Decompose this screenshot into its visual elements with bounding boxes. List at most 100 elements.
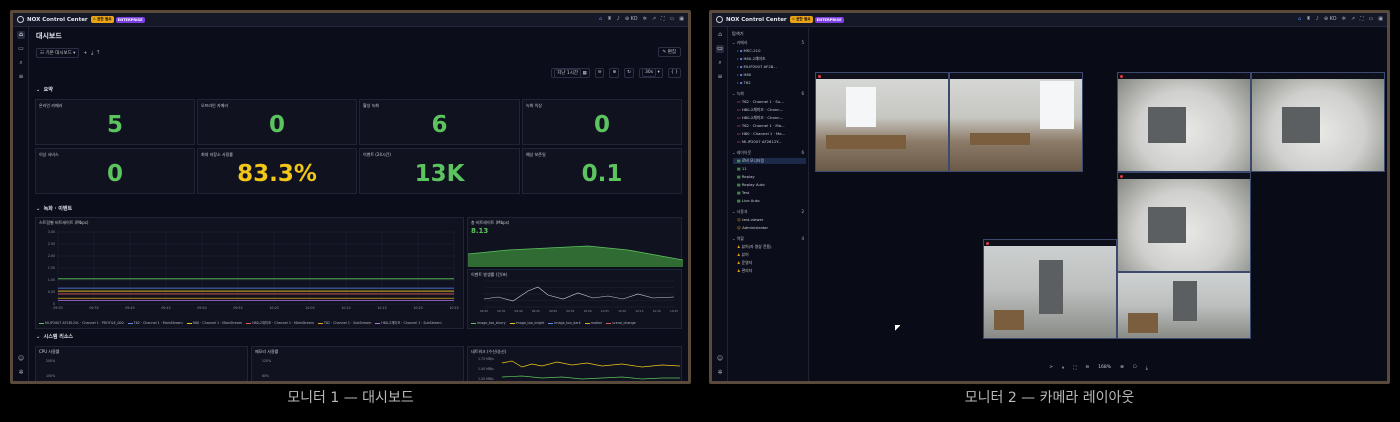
tree-item-recording[interactable]: ▭ T62 · Channel 1 · Su...: [737, 99, 806, 104]
x-tick-label: 09:35: [89, 306, 98, 310]
stat-panel: 최대 저장소 사용률 83.3%: [197, 148, 357, 194]
fullscreen-icon[interactable]: ⛶: [661, 16, 665, 22]
folder-nav-icon[interactable]: ▭: [716, 45, 724, 53]
legend-entry[interactable]: T62 · Channel 1 · SubStream: [317, 321, 371, 325]
tree-item-camera[interactable]: › ▪ MI-IP2007 AF28...: [737, 64, 806, 69]
tree-item-role[interactable]: ♟ 뷰어(라 영상 전용): [737, 244, 806, 250]
tree-item-role[interactable]: ♟ 관리자: [737, 268, 806, 274]
pause-icon[interactable]: ⏸: [1062, 365, 1064, 371]
database-nav-icon[interactable]: ≡: [17, 73, 25, 81]
download-icon[interactable]: ⤓: [1146, 365, 1148, 371]
refresh-icon[interactable]: ↻: [624, 68, 635, 78]
legend-entry[interactable]: MI-IP2007 AF2812VL · Channel 1 · PROFILE…: [39, 321, 124, 325]
zoom-in-icon[interactable]: ⊕: [609, 68, 620, 78]
external-link-icon[interactable]: ↗: [652, 16, 656, 22]
fullscreen-icon[interactable]: ⛶: [1360, 16, 1364, 22]
trophy-icon[interactable]: ♜: [1306, 16, 1310, 22]
play-icon[interactable]: >: [1049, 365, 1053, 371]
layout-canvas[interactable]: > ⏸ ⛶ ⊖ 168% ⊕ ⎔ ⤓: [810, 28, 1387, 381]
tree-item-recording[interactable]: ▭ H80-2채미조 · Chann...: [737, 115, 806, 121]
tree-item-user[interactable]: ☺ Administrator: [737, 225, 806, 230]
tree-group-recordings[interactable]: ⌄ 녹화 6: [732, 91, 806, 97]
tree-item-camera[interactable]: › ▪ H80: [737, 72, 806, 77]
monitor-icon[interactable]: ▭: [670, 16, 675, 22]
tree-item-camera[interactable]: › ▪ H80-2채미조: [737, 56, 806, 62]
settings-nav-icon[interactable]: ✲: [716, 369, 724, 377]
dashboard-nav-icon[interactable]: ⌂: [716, 31, 724, 39]
legend-entry[interactable]: scene_change: [606, 321, 636, 325]
tree-group-cameras[interactable]: ⌄ 카메라 5: [732, 40, 806, 46]
tree-item-layout[interactable]: ▦ Live Auto: [737, 198, 806, 203]
camera-tile[interactable]: [815, 72, 949, 172]
monitor-icon[interactable]: ▭: [1369, 16, 1374, 22]
legend-entry[interactable]: image_too_blurry: [471, 321, 506, 325]
folder-nav-icon[interactable]: ▭: [17, 45, 25, 53]
tree-group-users[interactable]: ⌄ 사용자 2: [732, 209, 806, 215]
tree-group-roles[interactable]: ⌄ 역할 4: [732, 236, 806, 242]
tree-item-layout[interactable]: ▦ 11: [737, 166, 806, 171]
camera-tile[interactable]: [949, 72, 1083, 172]
database-nav-icon[interactable]: ≡: [716, 73, 724, 81]
import-icon[interactable]: ⤓: [91, 50, 93, 56]
search-nav-icon[interactable]: ⌕: [716, 59, 724, 67]
legend-entry[interactable]: T62 · Channel 1 · MainStream: [127, 321, 183, 325]
search-nav-icon[interactable]: ⌕: [17, 59, 25, 67]
settings-icon[interactable]: ✲: [643, 16, 647, 22]
home-icon[interactable]: ⌂: [1298, 16, 1301, 22]
dashboard-nav-icon[interactable]: ⌂: [17, 31, 25, 39]
lock-icon[interactable]: ⎔: [1133, 365, 1137, 371]
camera-tile[interactable]: [1117, 172, 1251, 272]
zoom-out-icon[interactable]: ⊖: [1085, 365, 1089, 371]
refresh-interval[interactable]: 30s ▾: [639, 68, 663, 78]
bell-icon[interactable]: ♪: [617, 16, 620, 22]
section-system-resources[interactable]: ⌄ 시스템 리소스: [36, 333, 73, 340]
language-icon[interactable]: ⊕ KO: [1324, 16, 1337, 22]
code-icon[interactable]: { }: [667, 68, 681, 78]
camera-tile[interactable]: [983, 239, 1117, 339]
export-icon[interactable]: ⤒: [97, 50, 99, 56]
window-icon[interactable]: ▣: [679, 16, 684, 22]
dashboard-select[interactable]: ☷ 기본 대시보드 ▾: [36, 48, 80, 58]
legend-entry[interactable]: H80-2채미조 · Channel 1 · MainStream: [246, 321, 314, 325]
settings-icon[interactable]: ✲: [1342, 16, 1346, 22]
trophy-icon[interactable]: ♜: [607, 16, 611, 22]
window-icon[interactable]: ▣: [1378, 16, 1383, 22]
section-summary[interactable]: ⌄ 요약: [36, 86, 53, 93]
zoom-in-icon[interactable]: ⊕: [1120, 365, 1124, 371]
legend-entry[interactable]: image_too_bright: [509, 321, 544, 325]
legend-entry[interactable]: image_too_dark: [548, 321, 581, 325]
camera-tile[interactable]: [1251, 72, 1385, 172]
user-nav-icon[interactable]: ☺: [17, 355, 25, 363]
tree-group-layouts[interactable]: ⌄ 레이아웃 6: [732, 150, 806, 156]
home-icon[interactable]: ⌂: [599, 16, 602, 22]
tree-item-layout[interactable]: ▦ Test: [737, 190, 806, 195]
legend-entry[interactable]: H80-2채미조 · Channel 1 · SubStream: [375, 321, 442, 325]
tree-item-layout-selected[interactable]: ▦ 로비 모니터링: [733, 158, 806, 164]
camera-tile[interactable]: [1117, 72, 1251, 172]
tree-item-camera[interactable]: › ▪ MSC-210: [737, 48, 806, 53]
language-icon[interactable]: ⊕ KO: [625, 16, 638, 22]
tree-item-role[interactable]: ♟ 뷰어: [737, 252, 806, 258]
user-nav-icon[interactable]: ☺: [716, 355, 724, 363]
tree-item-layout[interactable]: ▦ Replay Auto: [737, 182, 806, 187]
tree-item-role[interactable]: ♟ 운영자: [737, 260, 806, 266]
tree-item-recording[interactable]: ▭ H80 · Channel 1 · Ma...: [737, 131, 806, 136]
section-recording-events[interactable]: ⌄ 녹화 · 이벤트: [36, 205, 72, 212]
settings-nav-icon[interactable]: ✲: [17, 369, 25, 377]
external-link-icon[interactable]: ↗: [1351, 16, 1355, 22]
legend-entry[interactable]: H80 · Channel 1 · MainStream: [186, 321, 242, 325]
tree-item-recording[interactable]: ▭ T62 · Channel 1 · Ma...: [737, 123, 806, 128]
legend-entry[interactable]: motion: [584, 321, 602, 325]
camera-tile[interactable]: [1117, 272, 1251, 339]
tree-item-recording[interactable]: ▭ H80-2채미조 · Chann...: [737, 107, 806, 113]
tree-item-user[interactable]: ☺ test-viewer: [737, 217, 806, 222]
fit-screen-icon[interactable]: ⛶: [1073, 365, 1076, 371]
add-icon[interactable]: +: [83, 51, 87, 56]
zoom-out-icon[interactable]: ⊖: [594, 68, 605, 78]
tree-item-layout[interactable]: ▦ Replay: [737, 174, 806, 179]
time-range-picker[interactable]: 지난 1시간 ▦: [551, 68, 590, 78]
edit-button[interactable]: ✎ 편집: [657, 47, 681, 57]
bell-icon[interactable]: ♪: [1316, 16, 1319, 22]
tree-item-camera[interactable]: › ▪ T62: [737, 80, 806, 85]
tree-item-recording[interactable]: ▭ MI-IP2007 AF2812Y...: [737, 139, 806, 144]
